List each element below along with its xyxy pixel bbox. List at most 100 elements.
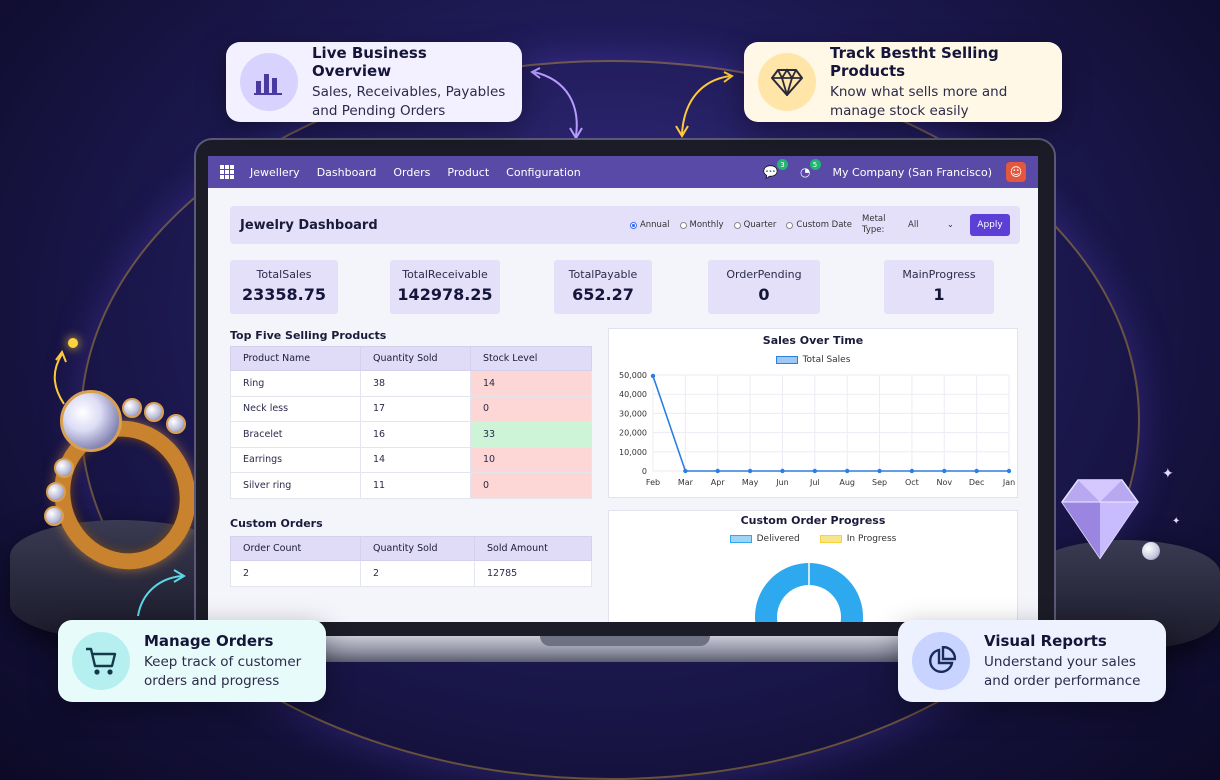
quantity-cell: 17 [360, 395, 471, 422]
callout-visual-reports: Visual Reports Understand your sales and… [898, 620, 1166, 702]
x-tick-label: Jul [809, 478, 820, 487]
diamond-icon [758, 53, 816, 111]
radio-selected-icon [629, 221, 637, 229]
donut-chart-svg [754, 563, 863, 622]
stock-level-cell: 33 [470, 421, 592, 448]
top-products-title: Top Five Selling Products [230, 329, 387, 342]
nav-item-jewellery[interactable]: Jewellery [250, 166, 300, 179]
table-row[interactable]: Ring 38 14 [230, 370, 592, 397]
callout-arrow [530, 67, 583, 140]
order-count-cell: 2 [230, 560, 361, 587]
column-header[interactable]: Quantity Sold [360, 536, 475, 561]
chevron-down-icon: ⌄ [946, 220, 954, 230]
stat-card-order-pending: OrderPending 0 [708, 260, 820, 314]
product-name-cell: Bracelet [230, 421, 361, 448]
stock-level-cell: 0 [470, 395, 592, 422]
stock-level-cell: 0 [470, 472, 592, 499]
nav-item-dashboard[interactable]: Dashboard [317, 166, 377, 179]
period-radio-custom-date[interactable]: Custom Date [786, 220, 852, 230]
app-grid-icon[interactable] [220, 165, 234, 179]
data-point [812, 468, 818, 474]
stat-label: TotalReceivable [402, 268, 488, 281]
callout-title: Visual Reports [984, 631, 1107, 650]
callout-track-selling-products: Track Bestht Selling Products Know what … [744, 42, 1062, 122]
data-point [683, 468, 688, 474]
nav-item-orders[interactable]: Orders [393, 166, 430, 179]
nav-item-product[interactable]: Product [447, 166, 489, 179]
apply-button[interactable]: Apply [970, 214, 1010, 236]
stat-value: 0 [758, 285, 770, 304]
column-header[interactable]: Sold Amount [474, 536, 592, 561]
y-tick-label: 50,000 [619, 371, 647, 380]
x-tick-label: Apr [711, 478, 726, 487]
chat-icon[interactable]: 💬 3 [763, 159, 789, 179]
chat-badge: 3 [777, 159, 789, 170]
radio-icon [786, 221, 794, 229]
callout-arrow [137, 569, 186, 617]
callout-arrow [53, 350, 67, 405]
small-gem-icon [1142, 542, 1160, 560]
radio-label: Quarter [743, 220, 777, 230]
line-chart-svg: 50,000 40,000 30,000 20,000 10,000 0 Feb Mar Apr… [619, 371, 1015, 487]
period-radio-monthly[interactable]: Monthly [679, 220, 724, 230]
company-switcher[interactable]: My Company (San Francisco) [833, 166, 992, 179]
y-tick-label: 30,000 [619, 409, 647, 418]
column-header[interactable]: Product Name [230, 346, 361, 371]
period-radio-quarter[interactable]: Quarter [733, 220, 777, 230]
select-value: All [908, 220, 919, 230]
stock-level-cell: 10 [470, 446, 592, 473]
sparkle-icon: ✦ [1172, 516, 1181, 527]
stat-value: 1 [933, 285, 945, 304]
data-point [1006, 468, 1012, 474]
table-row[interactable]: Silver ring 11 0 [230, 472, 592, 499]
x-tick-label: May [742, 478, 759, 487]
radio-label: Custom Date [796, 220, 852, 230]
stat-card-total-receivable: TotalReceivable 142978.25 [390, 260, 500, 314]
data-point [877, 468, 882, 474]
table-row[interactable]: Neck less 17 0 [230, 395, 592, 422]
table-row[interactable]: 2 2 12785 [230, 560, 592, 587]
column-header[interactable]: Quantity Sold [360, 346, 471, 371]
stat-label: TotalPayable [568, 268, 638, 281]
quantity-cell: 14 [360, 446, 471, 473]
stat-card-total-payable: TotalPayable 652.27 [554, 260, 652, 314]
series-line-total-sales [652, 375, 1009, 472]
sparkle-icon: ✦ [1162, 466, 1174, 482]
ring-side-stone [144, 402, 164, 422]
column-header[interactable]: Order Count [230, 536, 361, 561]
callout-text: Sales, Receivables, Payables and Pending… [312, 83, 506, 119]
stat-label: MainProgress [902, 268, 976, 281]
table-row[interactable]: Bracelet 16 33 [230, 421, 592, 448]
activity-clock-icon[interactable]: ◔ 5 [800, 159, 821, 179]
laptop-screen: Jewellery Dashboard Orders Product Confi… [208, 156, 1038, 622]
user-avatar[interactable]: ☺ [1006, 162, 1026, 182]
data-point [715, 468, 720, 474]
callout-text: Keep track of customer orders and progre… [144, 653, 302, 689]
callout-text: Know what sells more and manage stock ea… [830, 83, 1008, 119]
nav-item-configuration[interactable]: Configuration [506, 166, 581, 179]
data-point [844, 468, 850, 474]
x-tick-label: Nov [936, 478, 952, 487]
stat-value: 652.27 [572, 285, 634, 304]
sparkle-dot [68, 338, 78, 348]
stat-card-total-sales: TotalSales 23358.75 [230, 260, 338, 314]
y-tick-label: 10,000 [619, 448, 647, 457]
custom-order-progress-chart: Custom Order Progress Delivered In Progr… [608, 510, 1018, 622]
quantity-cell: 38 [360, 370, 471, 397]
period-radio-annual[interactable]: Annual [629, 220, 670, 230]
radio-label: Annual [639, 220, 670, 230]
radio-icon [733, 221, 741, 229]
stat-card-main-progress: MainProgress 1 [884, 260, 994, 314]
stat-label: OrderPending [726, 268, 802, 281]
table-row[interactable]: Earrings 14 10 [230, 446, 592, 473]
metal-type-select[interactable]: All ⌄ [902, 215, 960, 235]
callout-live-business-overview: Live Business Overview Sales, Receivable… [226, 42, 522, 122]
top-navbar: Jewellery Dashboard Orders Product Confi… [208, 156, 1038, 188]
ring-side-stone [122, 398, 142, 418]
column-header[interactable]: Stock Level [470, 346, 592, 371]
radio-label: Monthly [689, 220, 724, 230]
quantity-cell: 2 [360, 560, 475, 587]
quantity-cell: 11 [360, 472, 471, 499]
custom-orders-table: Order Count Quantity Sold Sold Amount 2 … [230, 536, 592, 587]
data-point [909, 468, 915, 474]
